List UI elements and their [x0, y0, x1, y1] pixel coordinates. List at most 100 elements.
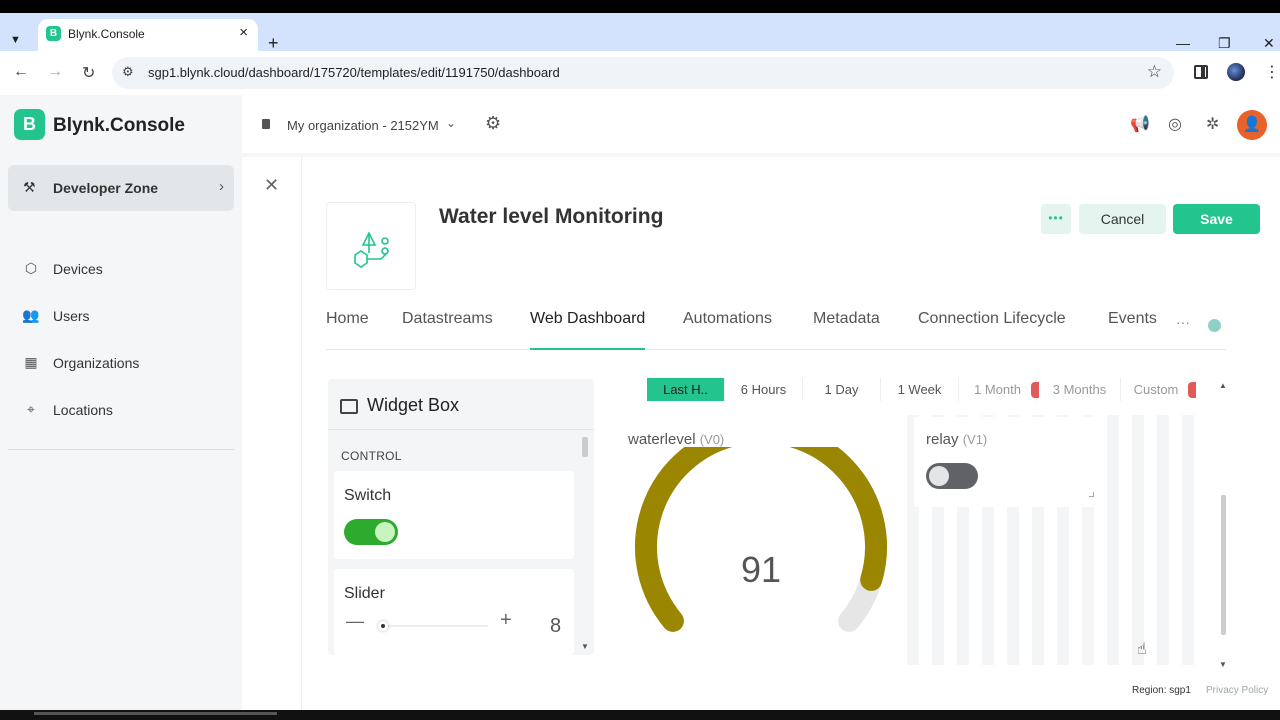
widget-switch-label: Switch: [344, 487, 392, 504]
time-range-6-hours[interactable]: 6 Hours: [725, 378, 803, 401]
top-header: My organization - 2152YM ⌄ ⚙ 📢 ◎ ✲ 👤: [242, 95, 1280, 153]
gear-icon[interactable]: ⚙: [485, 113, 501, 134]
widget-box-scrollbar[interactable]: [582, 437, 588, 457]
video-progress-bar: [0, 710, 1280, 720]
slider-track: [378, 625, 488, 627]
tab-connection-lifecycle[interactable]: Connection Lifecycle: [918, 310, 1066, 350]
tabs-more-icon[interactable]: ···: [1176, 314, 1190, 330]
scroll-up-arrow-icon[interactable]: ▲: [1219, 381, 1227, 390]
tab-home[interactable]: Home: [326, 310, 369, 350]
browser-tab-strip: ▼ B Blynk.Console × + — ❐ ✕: [0, 13, 1280, 53]
widget-slider-card[interactable]: Slider — + 8: [334, 569, 574, 655]
canvas-scrollbar[interactable]: [1221, 495, 1226, 635]
video-progress-fill: [34, 712, 277, 715]
window-close-icon[interactable]: ✕: [1263, 35, 1275, 52]
gauge-datastream-name: waterlevel: [628, 431, 696, 448]
app-logo-text: Blynk.Console: [53, 115, 185, 136]
location-pin-icon: ⌖: [27, 401, 35, 417]
url-text[interactable]: sgp1.blynk.cloud/dashboard/175720/templa…: [148, 65, 560, 80]
template-editor-panel: ✕ Water level Monitoring ••• Cancel Save…: [242, 157, 1280, 710]
sidebar-item-developer-zone[interactable]: ⚒ Developer Zone ›: [8, 165, 234, 211]
tab-datastreams[interactable]: Datastreams: [402, 310, 493, 350]
blynk-logo-icon: B: [14, 109, 45, 140]
resize-handle-icon[interactable]: [1089, 492, 1094, 497]
bug-icon[interactable]: ✲: [1206, 114, 1219, 134]
info-icon[interactable]: [1208, 319, 1221, 332]
time-range-1-month[interactable]: 1 Month: [959, 378, 1037, 401]
gauge-fill: [635, 447, 887, 632]
sidebar: B Blynk.Console ⚒ Developer Zone › ⬡ Dev…: [0, 95, 242, 710]
window-restore-icon[interactable]: ❐: [1218, 35, 1231, 52]
cancel-button[interactable]: Cancel: [1079, 204, 1166, 234]
template-title: Water level Monitoring: [439, 205, 664, 228]
help-lifebuoy-icon[interactable]: ◎: [1168, 114, 1182, 134]
more-options-button[interactable]: •••: [1041, 204, 1071, 234]
time-range-1-week[interactable]: 1 Week: [881, 378, 959, 401]
screen-top-border: [0, 0, 1280, 13]
bookmark-star-icon[interactable]: ☆: [1147, 62, 1162, 82]
sidebar-item-devices[interactable]: ⬡ Devices: [22, 257, 232, 281]
chevron-right-icon: ›: [219, 178, 224, 195]
widget-box-divider: [328, 429, 594, 430]
relay-switch-toggle[interactable]: [926, 463, 978, 489]
template-image[interactable]: [326, 202, 416, 290]
sidebar-item-users[interactable]: 👥 Users: [22, 304, 232, 328]
grid-column: [1157, 415, 1169, 665]
reload-icon[interactable]: ↻: [82, 63, 95, 83]
privacy-policy-link[interactable]: Privacy Policy: [1206, 685, 1268, 696]
back-arrow-icon[interactable]: ←: [13, 63, 29, 81]
side-panel-icon[interactable]: [1194, 65, 1208, 79]
premium-badge: [1188, 382, 1196, 398]
template-tabs: Home Datastreams Web Dashboard Automatio…: [326, 310, 1226, 350]
scroll-down-arrow-icon[interactable]: ▼: [581, 642, 589, 651]
tab-automations[interactable]: Automations: [683, 310, 772, 350]
browser-tab[interactable]: B Blynk.Console ×: [38, 19, 258, 51]
time-range-custom[interactable]: Custom: [1121, 378, 1191, 401]
chevron-down-icon[interactable]: ⌄: [446, 116, 456, 130]
browser-toolbar: ← → ↻ ⚙ sgp1.blynk.cloud/dashboard/17572…: [0, 51, 1280, 95]
announcement-icon[interactable]: 📢: [1130, 114, 1150, 134]
slider-value: 8: [550, 615, 562, 637]
organization-selector[interactable]: My organization - 2152YM: [287, 118, 439, 133]
blynk-favicon-icon: B: [46, 26, 61, 41]
relay-pin: (V1): [962, 432, 988, 447]
widget-switch-card[interactable]: Switch: [334, 471, 574, 559]
relay-datastream-name: relay: [926, 431, 959, 448]
sidebar-item-locations[interactable]: ⌖ Locations: [22, 398, 232, 422]
time-range-1-day[interactable]: 1 Day: [803, 378, 881, 401]
time-range-3-months[interactable]: 3 Months: [1039, 378, 1121, 401]
close-icon[interactable]: ✕: [264, 175, 279, 196]
grid-column: [1107, 415, 1119, 665]
site-info-icon[interactable]: ⚙: [122, 64, 134, 80]
tab-close-icon[interactable]: ×: [239, 24, 248, 41]
time-range-last-hour[interactable]: Last H..: [647, 378, 725, 401]
gauge-value: 91: [740, 549, 782, 590]
tab-events[interactable]: Events: [1108, 310, 1157, 350]
save-button[interactable]: Save: [1173, 204, 1260, 234]
switch-toggle-preview: [344, 519, 398, 545]
users-icon: 👥: [22, 307, 40, 323]
slider-minus-icon: —: [346, 611, 364, 631]
widget-box: Widget Box CONTROL Switch Slider — + 8 ▼: [328, 379, 594, 655]
region-label: Region: sgp1: [1132, 685, 1191, 696]
sidebar-item-label: Users: [53, 308, 90, 324]
browser-profile-icon[interactable]: [1227, 63, 1245, 81]
address-bar[interactable]: ⚙ sgp1.blynk.cloud/dashboard/175720/temp…: [112, 57, 1174, 89]
window-minimize-icon[interactable]: —: [1176, 35, 1190, 51]
browser-menu-icon[interactable]: ⋮: [1264, 62, 1280, 82]
tab-web-dashboard[interactable]: Web Dashboard: [530, 310, 646, 350]
scroll-down-arrow-icon[interactable]: ▼: [1219, 660, 1227, 669]
blynk-console-app: B Blynk.Console ⚒ Developer Zone › ⬡ Dev…: [0, 95, 1280, 710]
forward-arrow-icon[interactable]: →: [47, 63, 63, 81]
premium-badge: [1031, 382, 1039, 398]
template-device-icon: [354, 231, 389, 268]
sidebar-item-organizations[interactable]: ▦ Organizations: [22, 351, 232, 375]
tab-metadata[interactable]: Metadata: [813, 310, 880, 350]
grid-column: [1182, 415, 1194, 665]
gauge-widget[interactable]: waterlevel (V0) 91: [616, 417, 906, 667]
tab-search-chevron-icon[interactable]: ▼: [10, 34, 21, 46]
user-avatar[interactable]: 👤: [1237, 110, 1267, 140]
mouse-cursor-icon: ☝: [1137, 641, 1147, 658]
switch-widget-relay[interactable]: relay (V1): [914, 417, 1104, 507]
tools-icon: ⚒: [23, 179, 36, 195]
